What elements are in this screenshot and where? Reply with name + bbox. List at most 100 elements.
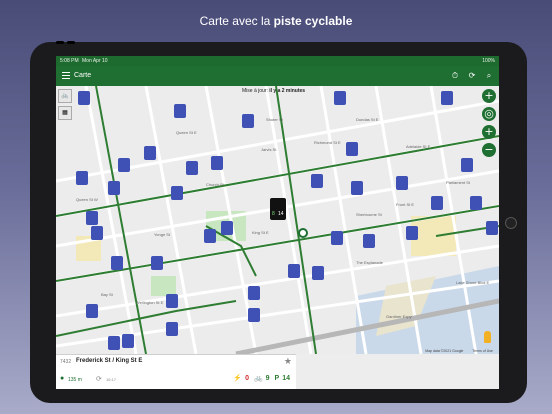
- station-marker: [166, 322, 178, 336]
- user-location-marker: [298, 228, 308, 238]
- station-marker: [486, 221, 498, 235]
- map-data-label: Map data ©2021 Google: [425, 349, 464, 353]
- selected-station-docks: 14: [278, 211, 284, 217]
- my-location-button[interactable]: ◎: [482, 107, 496, 121]
- zoom-extent-button[interactable]: +: [482, 89, 496, 103]
- ebike-icon: ⚡: [233, 375, 243, 382]
- street-label: Gardiner Expy: [386, 314, 412, 319]
- station-marker: [144, 146, 156, 160]
- street-label: Queen St E: [176, 130, 197, 135]
- zoom-in-button[interactable]: +: [482, 125, 496, 139]
- station-marker: [86, 211, 98, 225]
- street-label: Church St: [206, 182, 225, 187]
- station-marker: [311, 174, 323, 188]
- station-marker: [76, 171, 88, 185]
- update-prefix: Mise à jour:: [242, 88, 270, 94]
- station-panel[interactable]: 7432 Frederick St / King St E ★ ● 135 m …: [56, 354, 296, 389]
- station-marker: [312, 266, 324, 280]
- update-indicator: Mise à jour: il y a 2 minutes: [242, 88, 305, 94]
- station-marker: [174, 104, 186, 118]
- update-value: il y a 2 minutes: [269, 88, 306, 94]
- status-battery: 100%: [482, 58, 495, 64]
- map-view[interactable]: 8 14 Queen St E Richmond St E Adelaide S…: [56, 86, 499, 354]
- map-canvas: 8 14 Queen St E Richmond St E Adelaide S…: [56, 86, 499, 354]
- street-label: Jarvis St: [261, 147, 277, 152]
- station-marker: [122, 334, 134, 348]
- app-screen: 5:08 PM Mon Apr 10 100% Carte ⏱ ⟳ ⌕ 8 14…: [56, 56, 499, 389]
- street-label: Parliament St: [446, 180, 471, 185]
- street-label: Richmond St E: [314, 140, 341, 145]
- station-marker: [166, 294, 178, 308]
- sensor-dot: [67, 41, 75, 44]
- search-icon[interactable]: ⌕: [484, 71, 494, 81]
- status-time: 5:08 PM: [60, 58, 79, 64]
- street-label: King St E: [252, 230, 269, 235]
- location-pin-icon: ●: [60, 375, 65, 382]
- station-marker: [108, 181, 120, 195]
- status-date: Mon Apr 10: [82, 58, 108, 64]
- map-attribution: Map data ©2021 Google Terms of Use: [417, 349, 493, 353]
- station-marker: [248, 308, 260, 322]
- street-label: Wellington St E: [136, 300, 164, 305]
- zoom-out-button[interactable]: −: [482, 143, 496, 157]
- street-view-pegman-icon[interactable]: [484, 331, 491, 343]
- timer-icon[interactable]: ⏱: [450, 71, 460, 81]
- station-marker: [86, 304, 98, 318]
- favorite-star-icon[interactable]: ★: [284, 356, 292, 367]
- home-button[interactable]: [505, 217, 517, 229]
- station-marker: [461, 158, 473, 172]
- status-bar: 5:08 PM Mon Apr 10 100%: [56, 56, 499, 66]
- street-label: Queen St W: [76, 197, 98, 202]
- park-area: [151, 276, 176, 296]
- station-marker: [351, 181, 363, 195]
- station-marker: [211, 156, 223, 170]
- station-marker: [171, 186, 183, 200]
- street-label: Sherbourne St: [356, 212, 383, 217]
- station-time: 16:17: [106, 377, 117, 382]
- selected-station-bikes: 8: [272, 211, 275, 217]
- station-marker: [363, 234, 375, 248]
- panel-background: [296, 354, 499, 389]
- station-marker: [431, 196, 443, 210]
- dock-count: 14: [282, 375, 290, 382]
- station-marker: [91, 226, 103, 240]
- station-marker: [78, 91, 90, 105]
- station-marker: [288, 264, 300, 278]
- caption-prefix: Carte avec la: [199, 14, 274, 28]
- station-marker: [118, 158, 130, 172]
- bike-layer-button[interactable]: 🚲: [58, 89, 72, 103]
- street-label: The Esplanade: [356, 260, 384, 265]
- station-marker: [186, 161, 198, 175]
- station-marker: [151, 256, 163, 270]
- station-marker: [346, 142, 358, 156]
- app-title: Carte: [74, 72, 92, 79]
- app-bar: Carte ⏱ ⟳ ⌕: [56, 66, 499, 86]
- station-marker: [470, 196, 482, 210]
- dock-icon: P: [274, 375, 280, 382]
- menu-icon[interactable]: [62, 72, 70, 79]
- station-marker: [396, 176, 408, 190]
- station-marker: [248, 286, 260, 300]
- street-label: Yonge St: [154, 232, 171, 237]
- terms-link[interactable]: Terms of Use: [472, 349, 493, 353]
- availability-counts: ⚡ 0 🚲 9 P 14: [230, 374, 290, 382]
- station-distance: 135 m: [68, 377, 82, 383]
- station-marker: [242, 114, 254, 128]
- street-label: Adelaide St E: [406, 144, 431, 149]
- satellite-layer-button[interactable]: ▦: [58, 106, 72, 120]
- station-marker: [406, 226, 418, 240]
- station-marker: [441, 91, 453, 105]
- station-marker: [108, 336, 120, 350]
- street-label: Lake Shore Blvd E: [456, 280, 489, 285]
- bike-icon: 🚲: [253, 375, 263, 382]
- screenshot-caption: Carte avec la piste cyclable: [0, 14, 552, 28]
- street-label: Bay St: [101, 292, 114, 297]
- caption-bold: piste cyclable: [273, 14, 353, 28]
- station-name: Frederick St / King St E: [76, 358, 143, 364]
- station-marker: [221, 221, 233, 235]
- refresh-icon[interactable]: ⟳: [467, 71, 477, 81]
- station-marker: [111, 256, 123, 270]
- bike-count: 9: [265, 375, 270, 382]
- street-label: Shuter St: [266, 117, 284, 122]
- ebike-count: 0: [245, 375, 249, 382]
